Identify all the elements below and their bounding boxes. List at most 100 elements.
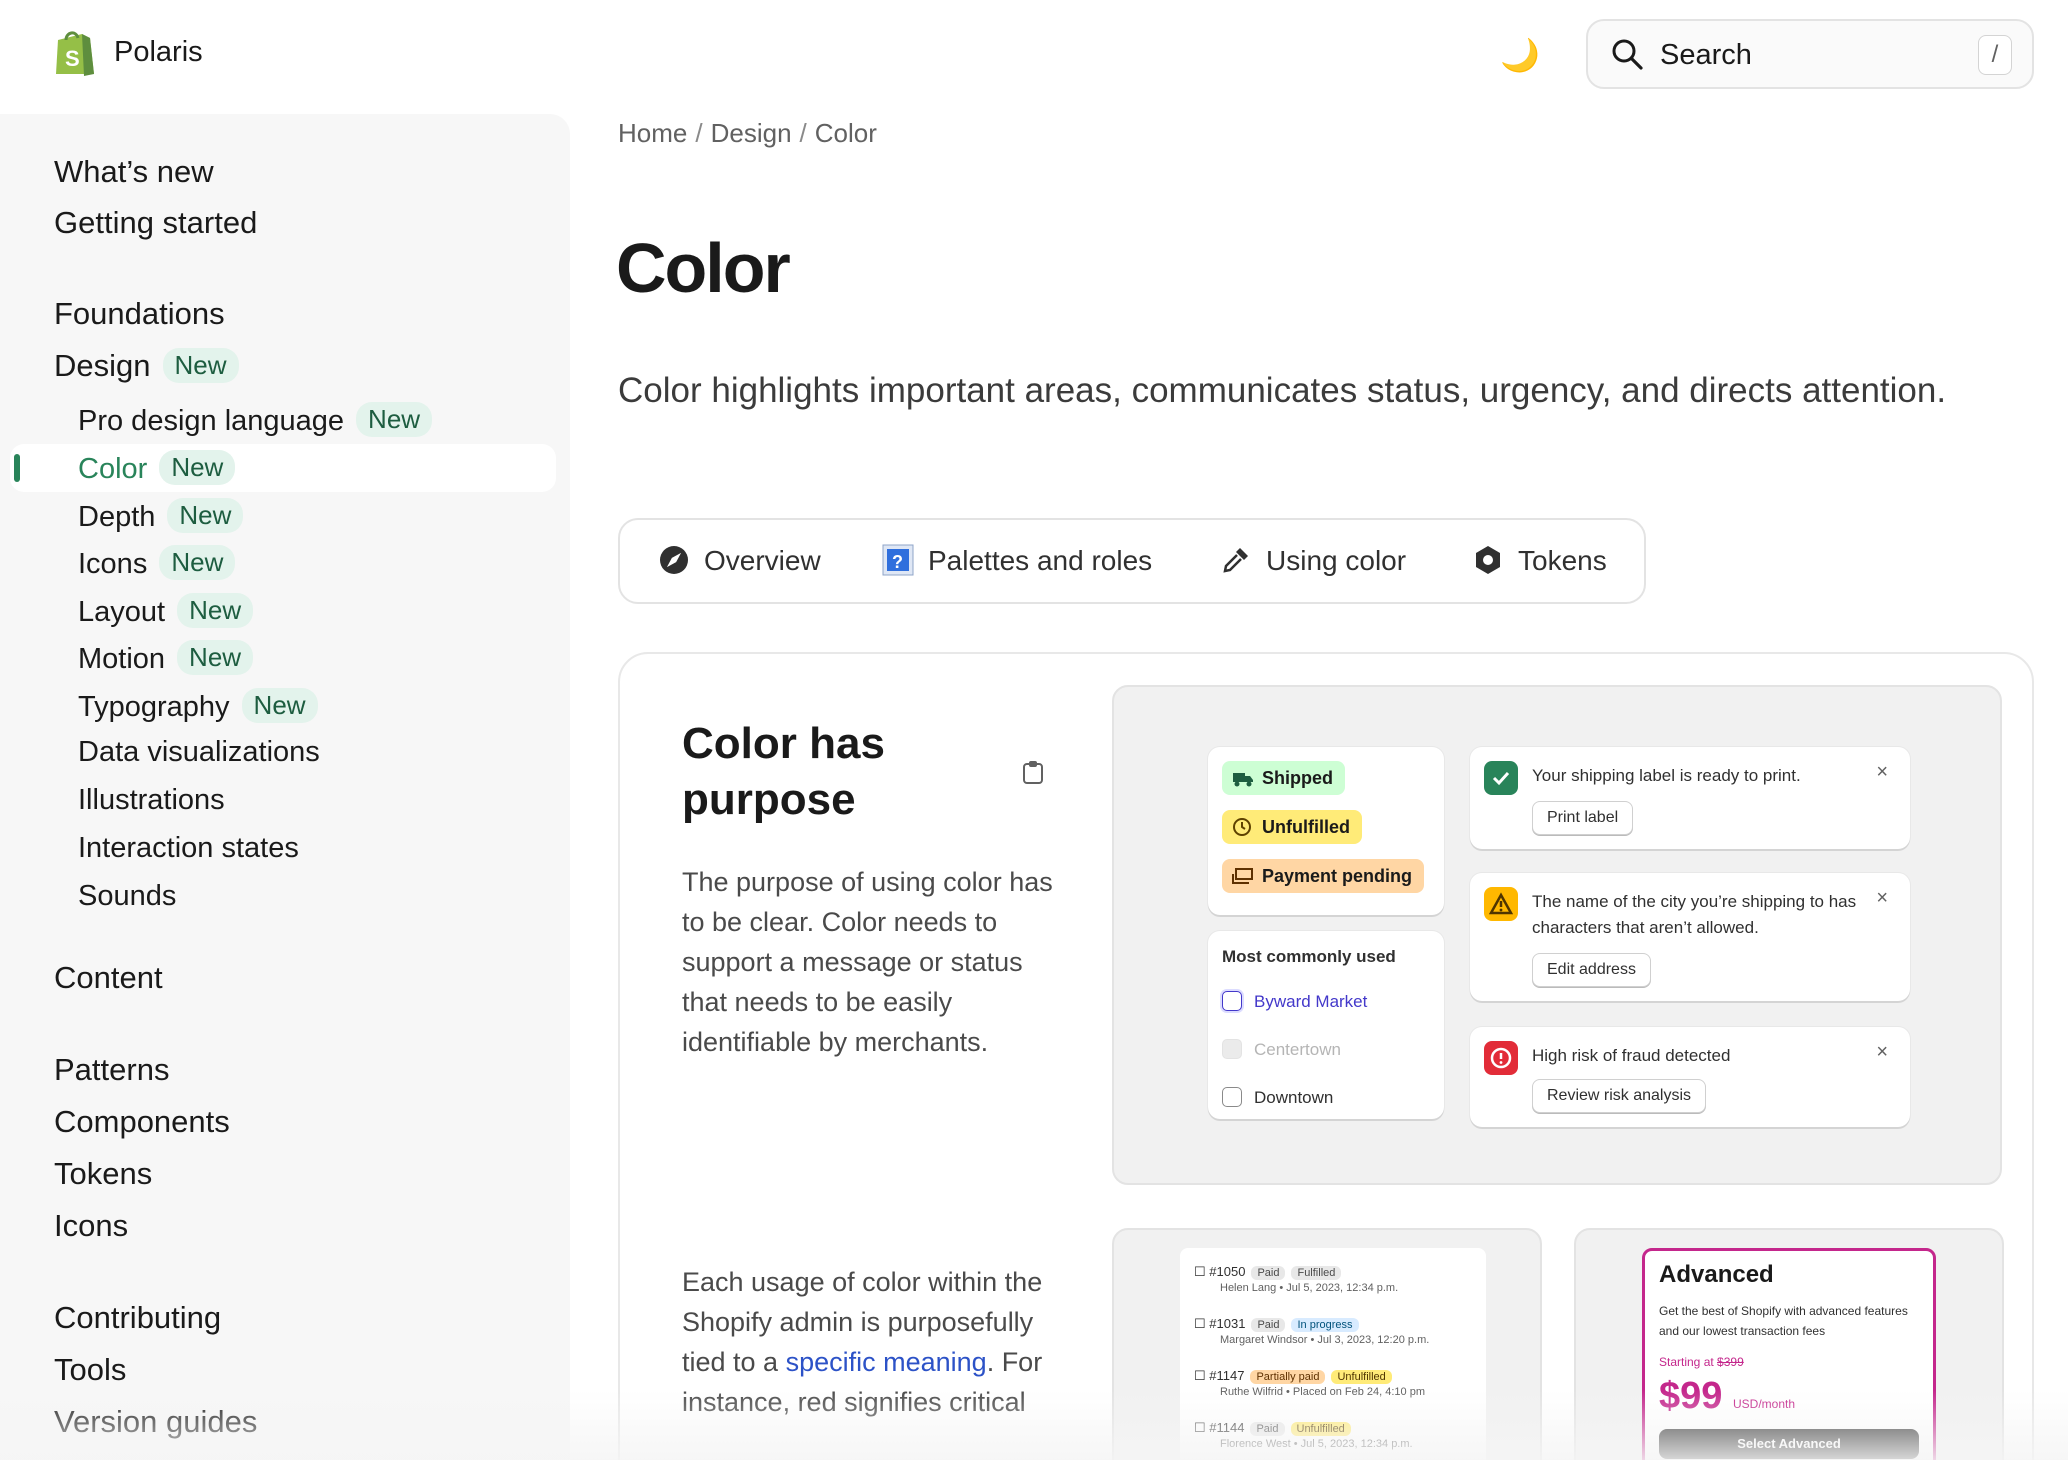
top-header: S Polaris 🌙 Search / [0, 0, 2068, 110]
palette-question-icon: ? [882, 544, 914, 576]
plan-price: $99 [1659, 1375, 1723, 1417]
sidebar-item-depth[interactable]: Depth New [78, 498, 244, 534]
sidebar-item-illustrations[interactable]: Illustrations [78, 784, 225, 817]
sidebar-item-data-visualizations[interactable]: Data visualizations [78, 736, 320, 769]
warning-icon [1484, 887, 1518, 921]
new-badge: New [167, 498, 244, 533]
tab-using-color[interactable]: Using color [1220, 544, 1406, 577]
plan-starting-price: Starting at $399 [1659, 1355, 1744, 1369]
plan-demo-panel: Advanced Get the best of Shopify with ad… [1574, 1228, 2004, 1460]
sidebar-item-interaction-states[interactable]: Interaction states [78, 832, 299, 865]
svg-text:?: ? [892, 552, 903, 572]
sidebar-item-tokens[interactable]: Tokens [54, 1156, 152, 1192]
order-row[interactable]: ☐ #1050 Paid Fulfilled Helen Lang • Jul 5, … [1194, 1264, 1398, 1294]
sidebar-item-icons[interactable]: Icons [54, 1208, 128, 1244]
plan-price-unit: USD/month [1733, 1397, 1796, 1411]
status-badges-card: Shipped Unfulfilled Payment pending [1208, 747, 1444, 915]
sidebar-item-typography[interactable]: Typography New [78, 688, 318, 724]
page-title: Color [616, 229, 791, 307]
sidebar-item-pro-design-language[interactable]: Pro design language New [78, 402, 433, 438]
new-badge: New [162, 348, 239, 383]
breadcrumb-color: Color [814, 118, 877, 148]
advanced-plan-card: Advanced Get the best of Shopify with ad… [1642, 1248, 1936, 1460]
truck-icon [1233, 773, 1253, 787]
search-box[interactable]: Search / [1586, 19, 2034, 89]
list-title: Most commonly used [1222, 947, 1396, 966]
unfulfilled-badge: Unfulfilled [1222, 810, 1362, 844]
sidebar-item-version-guides[interactable]: Version guides [54, 1404, 257, 1440]
page-lead: Color highlights important areas, commun… [618, 371, 1947, 410]
breadcrumb: Home / Design / Color [618, 118, 877, 148]
copy-link-clipboard-icon[interactable] [1022, 760, 1044, 784]
section-paragraph-2: Each usage of color within the Shopify a… [682, 1267, 1043, 1417]
sidebar-item-components[interactable]: Components [54, 1104, 230, 1140]
sidebar-item-icons-design[interactable]: Icons New [78, 545, 236, 581]
critical-notice: High risk of fraud detected × Review ris… [1470, 1027, 1910, 1127]
eyedropper-icon [1223, 548, 1248, 573]
new-badge: New [356, 402, 433, 437]
tab-palettes-and-roles[interactable]: ? Palettes and roles [882, 544, 1152, 577]
plan-description: Get the best of Shopify with advanced fe… [1659, 1304, 1908, 1338]
edit-address-button[interactable]: Edit address [1532, 953, 1651, 987]
orders-demo-panel: ☐ #1050 Paid Fulfilled Helen Lang • Jul 5, … [1112, 1228, 1542, 1460]
active-nav-indicator [14, 454, 20, 482]
print-label-button[interactable]: Print label [1532, 801, 1634, 835]
breadcrumb-home[interactable]: Home [618, 118, 687, 148]
close-icon[interactable]: × [1876, 1041, 1888, 1064]
sidebar-item-contributing[interactable]: Contributing [54, 1300, 221, 1336]
search-icon [1612, 39, 1643, 70]
sidebar-item-content[interactable]: Content [54, 960, 163, 996]
locations-list-card: Most commonly used Byward Market Centert… [1208, 931, 1444, 1119]
new-badge: New [177, 640, 254, 675]
search-shortcut-key: / [1978, 35, 2012, 75]
breadcrumb-design[interactable]: Design [711, 118, 792, 148]
tab-overview[interactable]: Overview [658, 544, 821, 577]
order-row[interactable]: ☐ #1031 Paid In progress Margaret Windsor •… [1194, 1316, 1429, 1346]
critical-alert-icon [1484, 1041, 1518, 1075]
new-badge: New [177, 593, 254, 628]
tab-tokens[interactable]: Tokens [1472, 544, 1607, 577]
payment-pending-badge: Payment pending [1222, 859, 1425, 893]
checkbox-byward-market[interactable]: Byward Market [1222, 991, 1367, 1012]
section-tabs: Overview ? Palettes and roles Using color… [618, 518, 1646, 604]
search-label: Search [1660, 39, 1752, 71]
checkbox-centertown[interactable]: Centertown [1222, 1039, 1341, 1060]
dark-mode-moon-icon[interactable]: 🌙 [1500, 36, 1540, 74]
new-badge: New [159, 450, 236, 485]
svg-text:S: S [65, 46, 80, 71]
order-row[interactable]: ☐ #1147 Partially paid Unfulfilled Ruthe Wi… [1194, 1368, 1425, 1398]
shipped-badge: Shipped [1222, 761, 1345, 795]
orders-list: ☐ #1050 Paid Fulfilled Helen Lang • Jul 5, … [1180, 1248, 1486, 1460]
sidebar-item-getting-started[interactable]: Getting started [54, 205, 257, 241]
sidebar-item-whats-new[interactable]: What’s new [54, 154, 214, 190]
shopify-logo-icon[interactable]: S [52, 28, 96, 78]
sidebar-item-design[interactable]: Design New [54, 348, 239, 384]
cash-icon [1232, 868, 1253, 884]
clock-icon [1233, 818, 1251, 836]
compass-icon [660, 546, 688, 574]
sidebar-item-color[interactable]: Color New [78, 450, 236, 486]
success-notice: Your shipping label is ready to print. ×… [1470, 747, 1910, 849]
select-advanced-button[interactable]: Select Advanced [1659, 1429, 1919, 1459]
section-title: Color has purpose [682, 719, 885, 824]
new-badge: New [159, 545, 236, 580]
checkbox-downtown[interactable]: Downtown [1222, 1087, 1333, 1108]
sidebar-item-tools[interactable]: Tools [54, 1352, 126, 1388]
sidebar-item-motion[interactable]: Motion New [78, 640, 254, 676]
warning-notice: The name of the city you’re shipping to … [1470, 873, 1910, 1001]
sidebar-item-sounds[interactable]: Sounds [78, 880, 176, 913]
close-icon[interactable]: × [1876, 887, 1888, 910]
review-risk-analysis-button[interactable]: Review risk analysis [1532, 1079, 1707, 1113]
token-hexagon-icon [1476, 546, 1500, 574]
specific-meaning-link[interactable]: specific meaning [786, 1347, 987, 1377]
sidebar-item-layout[interactable]: Layout New [78, 593, 254, 629]
sidebar-item-foundations[interactable]: Foundations [54, 296, 225, 332]
new-badge: New [241, 688, 318, 723]
section-paragraph: The purpose of using color has to be cle… [682, 867, 1053, 1057]
plan-title: Advanced [1659, 1261, 1774, 1288]
order-row[interactable]: ☐ #1144 Paid Unfulfilled Florence West • Ju… [1194, 1420, 1413, 1450]
close-icon[interactable]: × [1876, 761, 1888, 784]
color-demo-panel: Shipped Unfulfilled Payment pending Most… [1112, 685, 2002, 1185]
brand-name[interactable]: Polaris [114, 36, 203, 69]
sidebar-item-patterns[interactable]: Patterns [54, 1052, 169, 1088]
